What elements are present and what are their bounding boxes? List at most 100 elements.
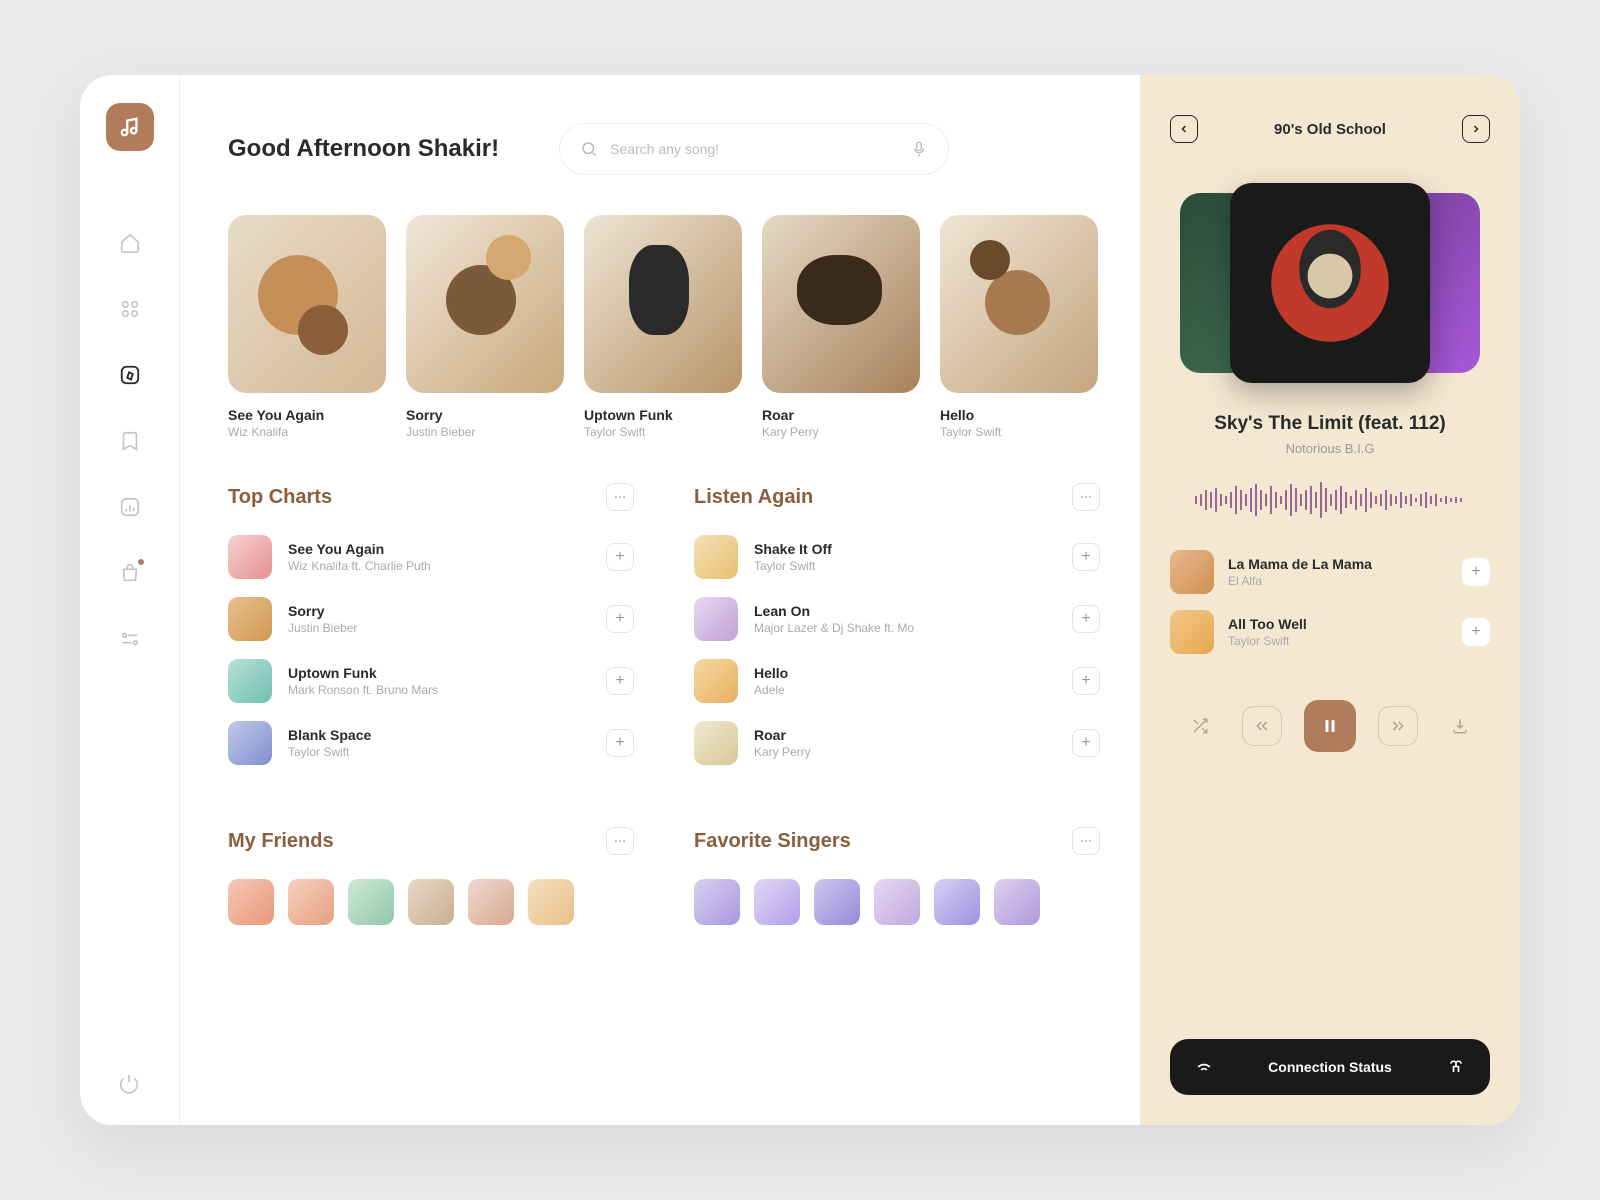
- friend-avatar[interactable]: [288, 879, 334, 925]
- track-row[interactable]: Lean OnMajor Lazer & Dj Shake ft. Mo+: [694, 597, 1100, 641]
- add-button[interactable]: +: [1072, 543, 1100, 571]
- track-artwork: [228, 659, 272, 703]
- album-art-current[interactable]: [1230, 183, 1430, 383]
- now-playing-artist: Notorious B.I.G: [1170, 441, 1490, 456]
- track-row[interactable]: Uptown FunkMark Ronson ft. Bruno Mars+: [228, 659, 634, 703]
- add-button[interactable]: +: [606, 729, 634, 757]
- card-title: Roar: [762, 407, 920, 423]
- shuffle-button[interactable]: [1180, 706, 1220, 746]
- queue-track[interactable]: La Mama de La MamaEl Alfa+: [1170, 550, 1490, 594]
- nav-home-icon[interactable]: [118, 231, 142, 255]
- nav-stats-icon[interactable]: [118, 495, 142, 519]
- card-artist: Kary Perry: [762, 425, 920, 439]
- now-playing-title: Sky's The Limit (feat. 112): [1170, 413, 1490, 435]
- add-button[interactable]: +: [1462, 558, 1490, 586]
- nav-grid-icon[interactable]: [118, 297, 142, 321]
- more-button[interactable]: [1072, 483, 1100, 511]
- featured-card[interactable]: Hello Taylor Swift: [940, 215, 1098, 439]
- header: Good Afternoon Shakir!: [228, 123, 1100, 175]
- featured-card[interactable]: See You Again Wiz Knalifa: [228, 215, 386, 439]
- sidebar-nav: [118, 231, 142, 1073]
- track-sections: Top Charts See You AgainWiz Knalifa ft. …: [228, 483, 1100, 783]
- more-button[interactable]: [1072, 827, 1100, 855]
- add-button[interactable]: +: [606, 667, 634, 695]
- featured-card[interactable]: Sorry Justin Bieber: [406, 215, 564, 439]
- add-button[interactable]: +: [606, 543, 634, 571]
- card-artwork: [584, 215, 742, 393]
- featured-cards: See You Again Wiz Knalifa Sorry Justin B…: [228, 215, 1100, 439]
- track-artwork: [694, 659, 738, 703]
- add-button[interactable]: +: [1462, 618, 1490, 646]
- download-button[interactable]: [1440, 706, 1480, 746]
- queue-title: La Mama de La Mama: [1228, 556, 1448, 572]
- singers-avatars: [694, 879, 1100, 925]
- track-artist: Mark Ronson ft. Bruno Mars: [288, 683, 590, 697]
- friend-avatar[interactable]: [228, 879, 274, 925]
- nav-settings-icon[interactable]: [118, 627, 142, 651]
- track-row[interactable]: See You AgainWiz Knalifa ft. Charlie Put…: [228, 535, 634, 579]
- track-artwork: [228, 721, 272, 765]
- section-title: Listen Again: [694, 486, 813, 509]
- queue-artwork: [1170, 610, 1214, 654]
- my-friends-section: My Friends: [228, 827, 634, 925]
- next-track-button[interactable]: [1378, 706, 1418, 746]
- card-title: Hello: [940, 407, 1098, 423]
- singer-avatar[interactable]: [874, 879, 920, 925]
- add-button[interactable]: +: [1072, 729, 1100, 757]
- status-text: Connection Status: [1268, 1059, 1392, 1075]
- track-artist: Major Lazer & Dj Shake ft. Mo: [754, 621, 1056, 635]
- add-button[interactable]: +: [606, 605, 634, 633]
- card-title: See You Again: [228, 407, 386, 423]
- singer-avatar[interactable]: [994, 879, 1040, 925]
- waveform[interactable]: [1170, 480, 1490, 520]
- add-button[interactable]: +: [1072, 605, 1100, 633]
- nav-power-icon[interactable]: [118, 1073, 142, 1097]
- track-row[interactable]: SorryJustin Bieber+: [228, 597, 634, 641]
- nav-discover-icon[interactable]: [118, 363, 142, 387]
- more-button[interactable]: [606, 483, 634, 511]
- track-artist: Kary Perry: [754, 745, 1056, 759]
- mic-icon[interactable]: [910, 140, 928, 158]
- track-title: Sorry: [288, 603, 590, 619]
- prev-playlist-button[interactable]: [1170, 115, 1198, 143]
- friend-avatar[interactable]: [468, 879, 514, 925]
- featured-card[interactable]: Uptown Funk Taylor Swift: [584, 215, 742, 439]
- app-logo[interactable]: [106, 103, 154, 151]
- bottom-sections: My Friends Favorite Singers: [228, 827, 1100, 925]
- connection-status-bar[interactable]: Connection Status: [1170, 1039, 1490, 1095]
- singer-avatar[interactable]: [754, 879, 800, 925]
- section-title: Top Charts: [228, 486, 332, 509]
- friend-avatar[interactable]: [528, 879, 574, 925]
- queue-track[interactable]: All Too WellTaylor Swift+: [1170, 610, 1490, 654]
- track-row[interactable]: RoarKary Perry+: [694, 721, 1100, 765]
- track-title: Blank Space: [288, 727, 590, 743]
- card-title: Sorry: [406, 407, 564, 423]
- track-artist: Taylor Swift: [288, 745, 590, 759]
- search-icon: [580, 140, 598, 158]
- main-content: Good Afternoon Shakir! See You Again Wiz…: [180, 75, 1140, 1125]
- friend-avatar[interactable]: [408, 879, 454, 925]
- singer-avatar[interactable]: [814, 879, 860, 925]
- pause-button[interactable]: [1304, 700, 1356, 752]
- prev-track-button[interactable]: [1242, 706, 1282, 746]
- next-playlist-button[interactable]: [1462, 115, 1490, 143]
- add-button[interactable]: +: [1072, 667, 1100, 695]
- card-artwork: [762, 215, 920, 393]
- card-artwork: [406, 215, 564, 393]
- singer-avatar[interactable]: [934, 879, 980, 925]
- track-row[interactable]: HelloAdele+: [694, 659, 1100, 703]
- search-input[interactable]: [610, 141, 898, 157]
- nav-bookmark-icon[interactable]: [118, 429, 142, 453]
- track-row[interactable]: Shake It OffTaylor Swift+: [694, 535, 1100, 579]
- friend-avatar[interactable]: [348, 879, 394, 925]
- track-row[interactable]: Blank Space Taylor Swift +: [228, 721, 634, 765]
- queue-artist: Taylor Swift: [1228, 634, 1448, 648]
- friends-avatars: [228, 879, 634, 925]
- nav-bag-icon[interactable]: [118, 561, 142, 585]
- app-window: Good Afternoon Shakir! See You Again Wiz…: [80, 75, 1520, 1125]
- track-artist: Taylor Swift: [754, 559, 1056, 573]
- more-button[interactable]: [606, 827, 634, 855]
- singer-avatar[interactable]: [694, 879, 740, 925]
- search-bar[interactable]: [559, 123, 949, 175]
- featured-card[interactable]: Roar Kary Perry: [762, 215, 920, 439]
